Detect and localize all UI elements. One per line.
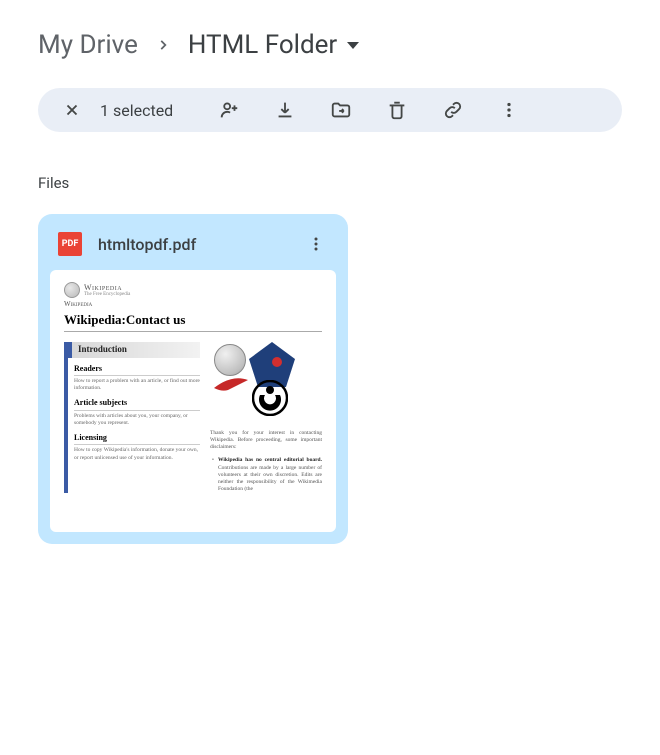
download-icon[interactable] — [273, 98, 297, 122]
selection-toolbar: 1 selected — [38, 88, 622, 132]
file-card[interactable]: PDF htmltopdf.pdf Wikipedia The Free Enc… — [38, 214, 348, 544]
pdf-icon: PDF — [58, 232, 82, 256]
file-thumbnail: Wikipedia The Free Encyclopedia Wikipedi… — [50, 270, 336, 532]
wiki-bullet: Wikipedia has no central editorial board… — [210, 457, 322, 493]
wiki-subjects-head: Article subjects — [74, 398, 200, 410]
wiki-readers-text: How to report a problem with an article,… — [74, 378, 200, 392]
breadcrumb-current-label: HTML Folder — [188, 30, 337, 60]
file-more-icon[interactable] — [304, 232, 328, 256]
wiki-licensing-text: How to copy Wikipedia's information, don… — [74, 447, 200, 461]
chevron-right-icon — [156, 38, 170, 52]
share-person-icon[interactable] — [217, 98, 241, 122]
wiki-logo-sub: The Free Encyclopedia — [84, 292, 130, 297]
trash-icon[interactable] — [385, 98, 409, 122]
wikimedia-icon — [252, 380, 288, 416]
link-icon[interactable] — [441, 98, 465, 122]
breadcrumb: My Drive HTML Folder — [38, 30, 622, 60]
wiki-subjects-text: Problems with articles about you, your c… — [74, 413, 200, 427]
more-vert-icon[interactable] — [497, 98, 521, 122]
wiki-licensing-head: Licensing — [74, 433, 200, 445]
wiki-brand-repeat: Wikipedia — [64, 300, 322, 308]
wiki-intro-box: Introduction — [68, 342, 200, 358]
wiki-globe-small-icon — [64, 282, 80, 298]
wiki-page-title: Wikipedia:Contact us — [64, 312, 322, 332]
wiki-graphic — [210, 342, 322, 424]
breadcrumb-root[interactable]: My Drive — [38, 30, 138, 60]
wiki-logo-text: Wikipedia — [84, 284, 130, 292]
selection-count: 1 selected — [100, 101, 173, 120]
wiki-right-text: Thank you for your interest in contactin… — [210, 430, 322, 451]
file-name: htmltopdf.pdf — [98, 235, 288, 254]
dropdown-caret-icon — [347, 42, 359, 49]
move-folder-icon[interactable] — [329, 98, 353, 122]
breadcrumb-current[interactable]: HTML Folder — [188, 30, 359, 60]
wiki-readers-head: Readers — [74, 364, 200, 376]
close-icon[interactable] — [60, 98, 84, 122]
section-label-files: Files — [38, 174, 622, 192]
